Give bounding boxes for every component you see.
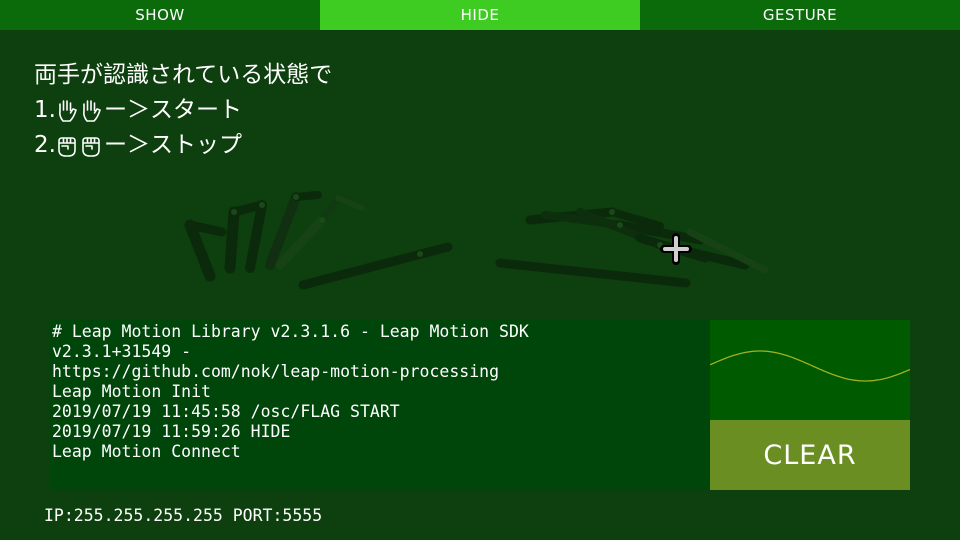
- console-log: # Leap Motion Library v2.3.1.6 - Leap Mo…: [50, 320, 710, 490]
- joint: [417, 251, 423, 257]
- left-hand-finger: [245, 200, 267, 273]
- joint: [231, 209, 237, 215]
- left-hand-palm: [298, 242, 453, 290]
- waveform-line: [709, 350, 911, 382]
- right-hand-palm: [495, 258, 691, 288]
- waveform-panel: [709, 320, 911, 420]
- connection-status: IP:255.255.255.255 PORT:5555: [44, 506, 323, 525]
- left-hand-finger: [224, 206, 240, 274]
- joint: [259, 202, 265, 208]
- console-line: Leap Motion Init: [52, 382, 211, 401]
- clear-button[interactable]: CLEAR: [710, 420, 910, 490]
- console-line: 2019/07/19 11:59:26 HIDE: [52, 422, 291, 441]
- joint: [319, 217, 325, 223]
- console-line: 2019/07/19 11:45:58 /osc/FLAG START: [52, 402, 400, 421]
- left-hand-finger: [292, 191, 322, 201]
- console-line: https://github.com/nok/leap-motion-proce…: [52, 362, 500, 381]
- left-hand-finger: [335, 195, 365, 211]
- console-line: # Leap Motion Library v2.3.1.6 - Leap Mo…: [52, 322, 529, 341]
- hand-skeleton-visualization: [184, 191, 769, 290]
- joint: [293, 194, 299, 200]
- left-hand-finger: [318, 194, 342, 224]
- console-line: Leap Motion Connect: [52, 442, 241, 461]
- joint: [617, 222, 623, 228]
- joint: [609, 209, 615, 215]
- console-line: v2.3.1+31549 -: [52, 342, 192, 361]
